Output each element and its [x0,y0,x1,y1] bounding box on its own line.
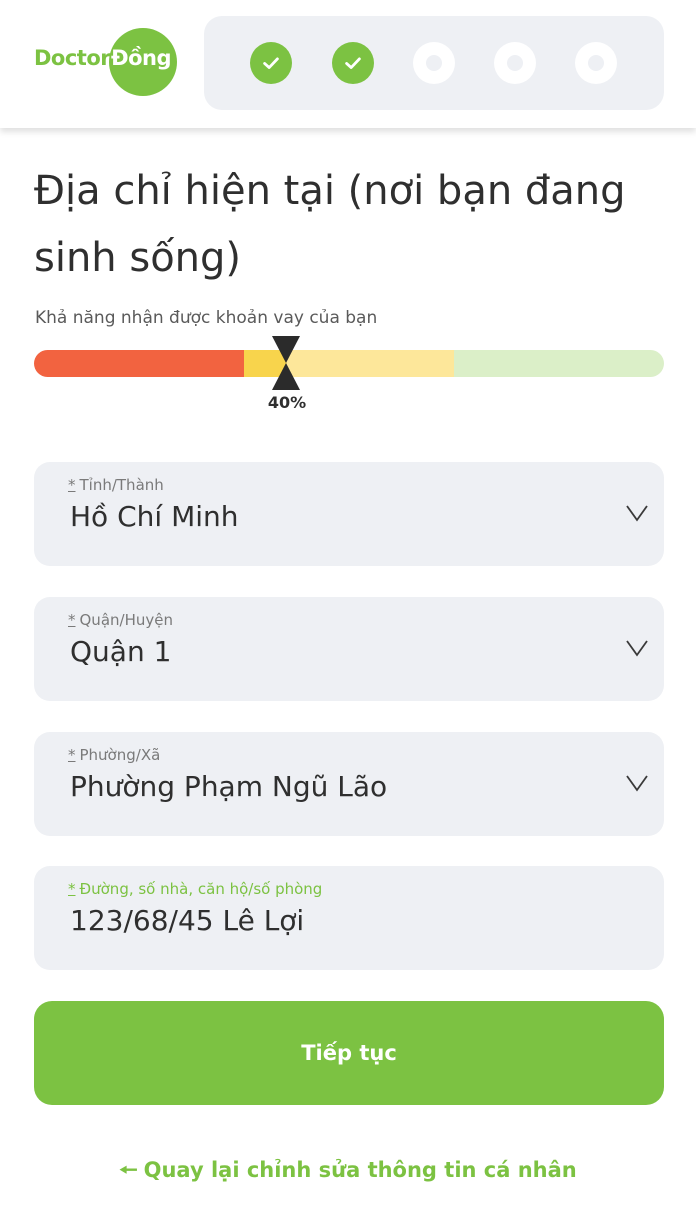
check-icon [263,57,279,69]
loan-chance-bar [34,350,664,377]
province-label: * Tỉnh/Thành [68,476,164,494]
continue-button[interactable]: Tiếp tục [34,1001,664,1105]
chance-segment-low [34,350,244,377]
ward-select[interactable]: * Phường/Xã Phường Phạm Ngũ Lão [34,732,664,836]
district-select[interactable]: * Quận/Huyện Quận 1 [34,597,664,701]
province-value: Hồ Chí Minh [70,500,239,533]
ward-label: * Phường/Xã [68,746,161,764]
arrow-left-icon: 🠔 [119,1158,138,1182]
step-4-pending [494,42,536,84]
chevron-down-icon [626,640,648,657]
page-title: Địa chỉ hiện tại (nơi bạn đang sinh sống… [34,168,626,281]
check-icon [345,57,361,69]
step-5-pending [575,42,617,84]
loan-chance-label: Khả năng nhận được khoản vay của bạn [35,308,378,328]
street-address-value[interactable]: 123/68/45 Lê Lợi [70,904,304,937]
back-link-label: Quay lại chỉnh sửa thông tin cá nhân [143,1158,577,1182]
district-value: Quận 1 [70,635,172,668]
hourglass-marker-icon [272,336,300,390]
loan-chance-percent: 40% [267,393,307,412]
street-address-label: * Đường, số nhà, căn hộ/số phòng [68,880,323,898]
step-3-pending [413,42,455,84]
app-header: Doctor Đồng [0,0,696,128]
chance-segment-high [453,350,664,377]
ward-value: Phường Phạm Ngũ Lão [70,770,388,803]
progress-steps [204,16,664,110]
dot-icon [426,55,442,71]
district-label: * Quận/Huyện [68,611,173,629]
chevron-down-icon [626,775,648,792]
street-address-input[interactable]: * Đường, số nhà, căn hộ/số phòng 123/68/4… [34,866,664,970]
province-select[interactable]: * Tỉnh/Thành Hồ Chí Minh [34,462,664,566]
step-1-complete [250,42,292,84]
back-to-personal-info-link[interactable]: 🠔 Quay lại chỉnh sửa thông tin cá nhân [0,1156,696,1191]
dot-icon [588,55,604,71]
brand-logo[interactable]: Doctor Đồng [34,26,184,98]
dot-icon [507,55,523,71]
logo-text-dong: Đồng [111,46,172,70]
logo-text-doctor: Doctor [34,46,111,70]
step-2-complete [332,42,374,84]
chevron-down-icon [626,505,648,522]
